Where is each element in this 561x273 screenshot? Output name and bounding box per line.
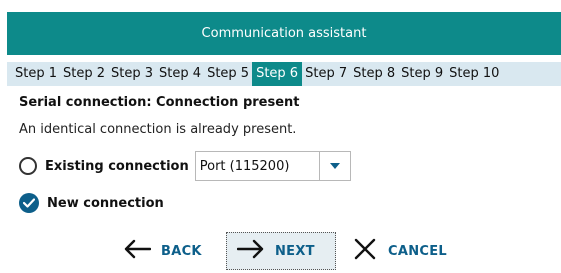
step-5-tab[interactable]: Step 5	[204, 62, 252, 86]
new-connection-radio[interactable]	[19, 193, 39, 213]
existing-connection-option[interactable]: Existing connection Port (115200)	[19, 150, 351, 182]
close-icon	[354, 238, 376, 264]
checkmark-icon	[23, 198, 35, 208]
steps-bar: Step 1 Step 2 Step 3 Step 4 Step 5 Step …	[7, 62, 561, 86]
arrow-right-icon	[236, 239, 265, 263]
next-button[interactable]: NEXT	[226, 232, 336, 270]
next-button-label: NEXT	[275, 243, 315, 259]
step-3-tab[interactable]: Step 3	[108, 62, 156, 86]
step-1-tab[interactable]: Step 1	[7, 62, 60, 86]
port-select-value[interactable]: Port (115200)	[196, 159, 319, 174]
communication-assistant-window: Communication assistant Step 1 Step 2 St…	[0, 0, 561, 273]
arrow-left-icon	[123, 239, 152, 263]
step-4-tab[interactable]: Step 4	[156, 62, 204, 86]
cancel-button-label: CANCEL	[388, 243, 447, 259]
existing-connection-label[interactable]: Existing connection	[45, 159, 189, 174]
step-2-tab[interactable]: Step 2	[60, 62, 108, 86]
new-connection-label[interactable]: New connection	[47, 196, 164, 211]
navigation-buttons: BACK NEXT CANCEL	[123, 230, 447, 272]
port-select[interactable]: Port (115200)	[194, 151, 351, 181]
step-7-tab[interactable]: Step 7	[302, 62, 350, 86]
window-title: Communication assistant	[201, 26, 367, 41]
title-bar: Communication assistant	[7, 12, 561, 55]
new-connection-option[interactable]: New connection	[19, 191, 164, 215]
section-description: An identical connection is already prese…	[19, 122, 297, 137]
caret-down-icon[interactable]	[320, 152, 350, 180]
step-8-tab[interactable]: Step 8	[350, 62, 398, 86]
cancel-button[interactable]: CANCEL	[354, 232, 447, 270]
back-button-label: BACK	[161, 243, 202, 259]
step-9-tab[interactable]: Step 9	[398, 62, 446, 86]
existing-connection-radio[interactable]	[19, 157, 37, 175]
step-10-tab[interactable]: Step 10	[446, 62, 502, 86]
back-button[interactable]: BACK	[123, 232, 223, 270]
step-6-tab-active[interactable]: Step 6	[252, 62, 303, 86]
section-heading: Serial connection: Connection present	[19, 95, 300, 110]
